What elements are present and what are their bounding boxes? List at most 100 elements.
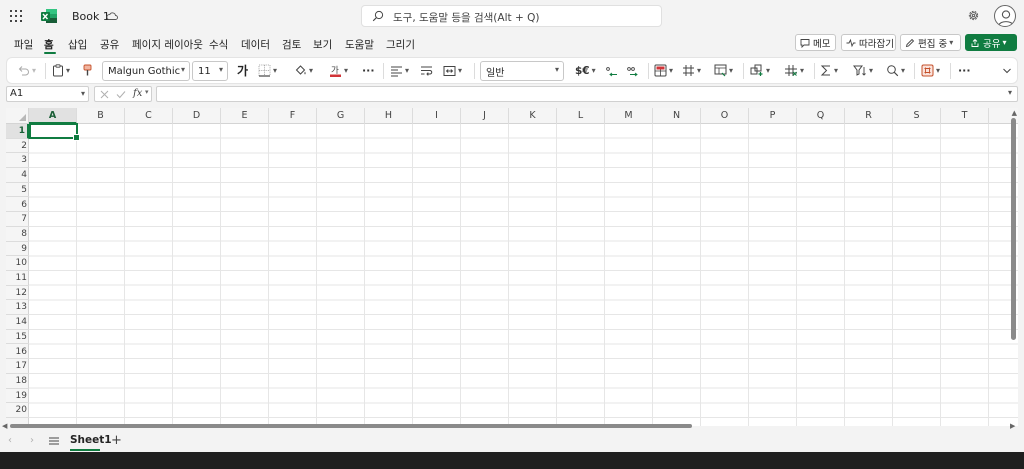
column-header-l[interactable]: L (557, 108, 605, 124)
column-header-b[interactable]: B (77, 108, 125, 124)
font-color-button[interactable]: 가 ▾ (329, 58, 348, 83)
tab-file[interactable]: 파일 (14, 37, 33, 52)
conditional-formatting-button[interactable]: ▾ (654, 58, 673, 83)
row-header-19[interactable]: 19 (6, 389, 29, 404)
select-all-corner[interactable] (6, 108, 29, 124)
tab-formulas[interactable]: 수식 (209, 37, 228, 52)
column-header-h[interactable]: H (365, 108, 413, 124)
add-ins-button[interactable]: ▾ (921, 58, 940, 83)
share-button[interactable]: 공유 ▾ (965, 34, 1017, 51)
row-header-8[interactable]: 8 (6, 227, 29, 242)
row-header-11[interactable]: 11 (6, 271, 29, 286)
fill-color-button[interactable]: ▾ (294, 58, 313, 83)
row-header-7[interactable]: 7 (6, 212, 29, 227)
column-header-e[interactable]: E (221, 108, 269, 124)
column-header-k[interactable]: K (509, 108, 557, 124)
row-header-17[interactable]: 17 (6, 359, 29, 374)
font-name-dropdown[interactable]: Malgun Gothic ▾ (102, 61, 190, 81)
row-header-20[interactable]: 20 (6, 403, 29, 418)
row-header-9[interactable]: 9 (6, 242, 29, 257)
document-title[interactable]: Book 1 (72, 10, 110, 23)
row-header-6[interactable]: 6 (6, 198, 29, 213)
find-select-button[interactable]: ▾ (886, 58, 905, 83)
column-header-o[interactable]: O (701, 108, 749, 124)
autosum-button[interactable]: ▾ (820, 58, 838, 83)
tab-insert[interactable]: 삽입 (68, 37, 87, 52)
cancel-icon[interactable] (100, 90, 109, 99)
tab-review[interactable]: 검토 (282, 37, 301, 52)
tab-view[interactable]: 보기 (313, 37, 332, 52)
column-header-n[interactable]: N (653, 108, 701, 124)
tab-share[interactable]: 공유 (100, 37, 119, 52)
more-font-options-button[interactable]: ··· (362, 58, 375, 83)
scroll-left-arrow-icon[interactable]: ◀ (2, 422, 7, 430)
row-header-16[interactable]: 16 (6, 345, 29, 360)
cell-area[interactable] (29, 124, 1018, 426)
column-header-i[interactable]: I (413, 108, 461, 124)
borders-button[interactable]: ▾ (258, 58, 277, 83)
column-header-p[interactable]: P (749, 108, 797, 124)
format-as-table-button[interactable]: ▾ (682, 58, 701, 83)
column-header-c[interactable]: C (125, 108, 173, 124)
previous-sheet-icon[interactable]: ‹ (8, 435, 12, 446)
row-header-15[interactable]: 15 (6, 330, 29, 345)
formula-input[interactable]: ▾ (156, 86, 1018, 102)
confirm-check-icon[interactable] (116, 90, 126, 99)
insert-function-button[interactable]: fx (133, 88, 142, 99)
column-header-q[interactable]: Q (797, 108, 845, 124)
sheet-tab-sheet1[interactable]: Sheet1 (70, 434, 112, 446)
column-header-j[interactable]: J (461, 108, 509, 124)
row-header-14[interactable]: 14 (6, 315, 29, 330)
row-header-3[interactable]: 3 (6, 153, 29, 169)
ribbon-expand-button[interactable] (1002, 58, 1012, 83)
insert-cells-button[interactable]: ▾ (750, 58, 770, 83)
column-header-f[interactable]: F (269, 108, 317, 124)
row-header-13[interactable]: 13 (6, 300, 29, 316)
search-box[interactable]: 도구, 도움말 등을 검색(Alt + Q) (361, 5, 662, 27)
decrease-decimal-button[interactable] (605, 58, 619, 83)
column-header-t[interactable]: T (941, 108, 989, 124)
editing-mode-button[interactable]: 편집 중 ▾ (900, 34, 961, 51)
column-header-r[interactable]: R (845, 108, 893, 124)
account-avatar[interactable] (994, 5, 1016, 27)
cell-styles-button[interactable]: ▾ (714, 58, 733, 83)
horizontal-scrollbar-thumb[interactable] (10, 424, 692, 428)
tab-draw[interactable]: 그리기 (386, 37, 415, 52)
undo-button[interactable]: ▾ (17, 58, 36, 83)
row-header-5[interactable]: 5 (6, 183, 29, 198)
format-painter-button[interactable] (82, 58, 93, 83)
tab-help[interactable]: 도움말 (345, 37, 374, 52)
merge-cells-button[interactable]: ▾ (443, 58, 462, 83)
column-header-g[interactable]: G (317, 108, 365, 124)
wrap-text-button[interactable] (420, 58, 433, 83)
scroll-right-arrow-icon[interactable]: ▶ (1010, 422, 1015, 430)
app-launcher-icon[interactable] (9, 9, 23, 23)
delete-cells-button[interactable]: ▾ (784, 58, 804, 83)
more-options-button[interactable]: ··· (958, 58, 971, 83)
name-box[interactable]: A1 ▾ (6, 86, 89, 102)
catch-up-button[interactable]: 따라잡기 (841, 34, 896, 51)
scroll-up-arrow-icon[interactable]: ▲ (1012, 109, 1017, 117)
paste-button[interactable]: ▾ (52, 58, 70, 83)
tab-page-layout[interactable]: 페이지 레이아웃 (132, 37, 203, 52)
row-header-10[interactable]: 10 (6, 256, 29, 271)
settings-gear-icon[interactable] (967, 9, 980, 22)
row-header-2[interactable]: 2 (6, 139, 29, 154)
row-header-4[interactable]: 4 (6, 168, 29, 183)
horizontal-scrollbar[interactable]: ◀ ▶ (0, 422, 1024, 430)
row-header-18[interactable]: 18 (6, 374, 29, 389)
row-header-12[interactable]: 12 (6, 286, 29, 301)
row-header-1[interactable]: 1 (6, 124, 29, 139)
currency-format-button[interactable]: $€ ▾ (575, 58, 596, 83)
tab-data[interactable]: 데이터 (241, 37, 270, 52)
active-cell-selection[interactable] (29, 123, 80, 141)
column-header-m[interactable]: M (605, 108, 653, 124)
alignment-button[interactable]: ▾ (390, 58, 409, 83)
next-sheet-icon[interactable]: › (30, 435, 34, 446)
all-sheets-menu-icon[interactable] (49, 437, 59, 445)
font-size-dropdown[interactable]: 11 ▾ (192, 61, 228, 81)
vertical-scrollbar-thumb[interactable] (1011, 118, 1016, 340)
column-header-a[interactable]: A (29, 108, 77, 124)
number-format-dropdown[interactable]: 일반 ▾ (480, 61, 564, 81)
column-header-s[interactable]: S (893, 108, 941, 124)
